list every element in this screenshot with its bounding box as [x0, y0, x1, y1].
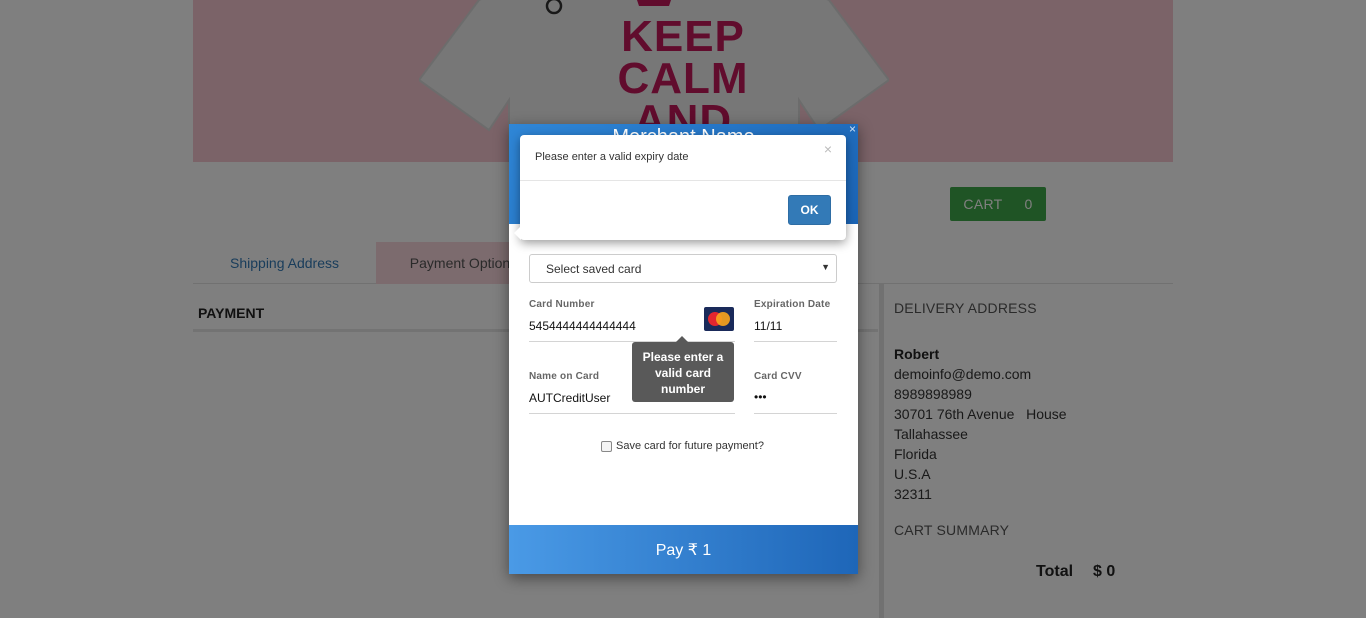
expiry-alert-dialog: Please enter a valid expiry date × OK [514, 135, 846, 240]
pay-button[interactable]: Pay ₹ 1 [509, 525, 858, 574]
alert-divider [520, 180, 846, 181]
cvv-input[interactable]: ••• [754, 390, 767, 404]
chevron-down-icon: ▼ [821, 262, 830, 272]
ok-button[interactable]: OK [788, 195, 831, 225]
save-card-row[interactable]: Save card for future payment? [601, 440, 764, 452]
expiry-label: Expiration Date [754, 299, 831, 310]
card-number-input[interactable]: 5454444444444444 [529, 319, 636, 333]
saved-card-placeholder: Select saved card [546, 261, 642, 276]
close-icon[interactable]: × [849, 124, 856, 136]
name-on-card-underline [529, 413, 735, 414]
mastercard-icon [704, 307, 734, 331]
card-number-label: Card Number [529, 299, 595, 310]
saved-card-select[interactable]: Select saved card ▼ [529, 254, 837, 283]
alert-message: Please enter a valid expiry date [535, 151, 689, 163]
cvv-label: Card CVV [754, 371, 802, 382]
expiry-input[interactable]: 11/11 [754, 319, 782, 333]
save-card-label: Save card for future payment? [616, 440, 764, 452]
name-on-card-input[interactable]: AUTCreditUser [529, 391, 610, 405]
cvv-underline [754, 413, 837, 414]
expiry-underline [754, 341, 837, 342]
save-card-checkbox[interactable] [601, 440, 612, 452]
alert-pointer [514, 226, 521, 240]
close-icon[interactable]: × [824, 141, 832, 157]
card-number-error-tooltip: Please enter a valid card number [632, 336, 734, 402]
name-on-card-label: Name on Card [529, 371, 600, 382]
